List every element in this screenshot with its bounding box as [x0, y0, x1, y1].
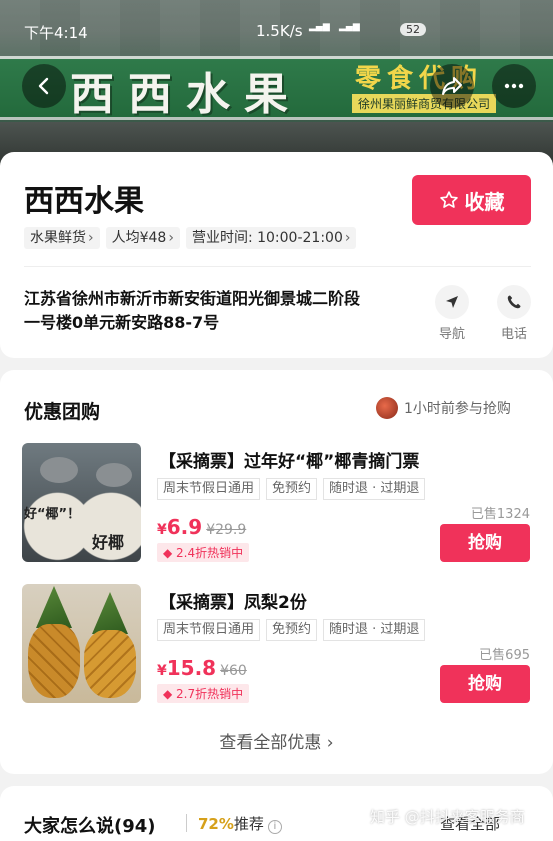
navigate-label: 导航 [438, 327, 465, 342]
view-all-label: 查看全部优惠 [219, 733, 322, 753]
buy-button[interactable]: 抢购 [440, 524, 530, 562]
deal-tags: 周末节假日通用 免预约 随时退 · 过期退 [157, 478, 426, 500]
sign-title: 西西水果 [70, 69, 302, 120]
call-label: 电话 [500, 327, 527, 342]
discount-badge: ◆ 2.7折热销中 [157, 684, 250, 703]
recommend-label: 推荐 [233, 815, 264, 833]
deal-title: 【采摘票】过年好“椰”椰青摘门票 [159, 452, 420, 472]
watermark: 知乎 @抖抖来客服务商 [370, 808, 525, 826]
original-price: ¥60 [220, 663, 247, 679]
deal-tag: 免预约 [266, 478, 318, 500]
navigation-arrow-icon [435, 285, 469, 319]
deal-tags: 周末节假日通用 免预约 随时退 · 过期退 [157, 619, 426, 641]
divider [24, 266, 531, 267]
deal-tag: 随时退 · 过期退 [323, 478, 426, 500]
chevron-right-icon: › [88, 230, 94, 246]
signal-icon-2: ▂▄▆ [339, 22, 360, 32]
user-avatar [376, 397, 398, 419]
deal-tag: 免预约 [266, 619, 318, 641]
sold-count: 已售695 [479, 648, 530, 663]
chevron-right-icon: › [326, 733, 334, 753]
deal-title: 【采摘票】凤梨2份 [159, 593, 307, 613]
status-bar: 下午4:14 1.5K/s ▂▄▆ ▂▄▆ 52 [0, 22, 553, 44]
navigate-button[interactable]: 导航 [432, 285, 472, 342]
recommend-rate: 72%推荐 i [198, 813, 282, 834]
signal-icon: ▂▄▆ [309, 22, 330, 32]
deals-card [0, 370, 553, 774]
original-price: ¥29.9 [206, 522, 247, 538]
thumb-label: 好“椰”！ [24, 507, 81, 522]
discount-badge: ◆ 2.4折热销中 [157, 543, 250, 562]
category-tag[interactable]: 水果鲜货 › [24, 227, 100, 249]
phone-icon [497, 285, 531, 319]
share-icon [442, 77, 462, 95]
deal-tag: 周末节假日通用 [157, 619, 261, 641]
reviews-title: 大家怎么说(94) [24, 816, 156, 837]
favorite-button[interactable]: 收藏 [412, 175, 531, 225]
sold-count: 已售1324 [470, 507, 530, 522]
more-icon [504, 83, 524, 89]
coconut-thumbnail: 好“椰”！ 好椰 [22, 443, 141, 562]
deal-price: ¥6.9 ¥29.9 [157, 515, 247, 539]
pineapple-thumbnail [22, 584, 141, 703]
back-arrow-icon [38, 77, 49, 95]
more-button[interactable] [492, 64, 536, 108]
sign-company: 徐州果丽鲜商贸有限公司 [352, 94, 497, 113]
store-name: 西西水果 [24, 184, 144, 219]
info-icon[interactable]: i [267, 820, 282, 834]
recommend-percent: 72% [198, 815, 234, 833]
view-all-deals-link[interactable]: 查看全部优惠 › [0, 728, 553, 753]
deal-tag: 周末节假日通用 [157, 478, 261, 500]
deals-section-title: 优惠团购 [24, 401, 101, 423]
chevron-right-icon: › [168, 230, 174, 246]
share-button[interactable] [430, 64, 474, 108]
favorite-label: 收藏 [464, 189, 505, 214]
store-address[interactable]: 江苏省徐州市新沂市新安街道阳光御景城二阶段一号楼0单元新安路88-7号 [24, 287, 369, 335]
chevron-right-icon: › [344, 230, 351, 246]
store-tags: 水果鲜货 › 人均¥48 › 营业时间: 10:00-21:00 › [24, 227, 357, 249]
deal-item[interactable]: 好“椰”！ 好椰 【采摘票】过年好“椰”椰青摘门票 周末节假日通用 免预约 随时… [22, 443, 532, 563]
recent-activity: 1小时前参与抢购 [376, 397, 511, 419]
deal-price: ¥15.8 ¥60 [157, 656, 247, 680]
recent-activity-text: 1小时前参与抢购 [404, 401, 511, 417]
thumb-label-2: 好椰 [92, 533, 125, 552]
deal-tag: 随时退 · 过期退 [323, 619, 426, 641]
call-button[interactable]: 电话 [494, 285, 534, 342]
avg-price-tag[interactable]: 人均¥48 › [105, 227, 180, 249]
network-speed: 1.5K/s [256, 22, 303, 40]
deal-item[interactable]: 【采摘票】凤梨2份 周末节假日通用 免预约 随时退 · 过期退 ¥15.8 ¥60… [22, 584, 532, 704]
buy-button[interactable]: 抢购 [440, 665, 530, 703]
divider [186, 814, 187, 832]
hours-tag[interactable]: 营业时间: 10:00-21:00 › [185, 227, 357, 249]
back-button[interactable] [22, 64, 66, 108]
status-time: 下午4:14 [24, 24, 88, 42]
battery-indicator: 52 [400, 23, 426, 36]
star-icon [439, 191, 458, 208]
